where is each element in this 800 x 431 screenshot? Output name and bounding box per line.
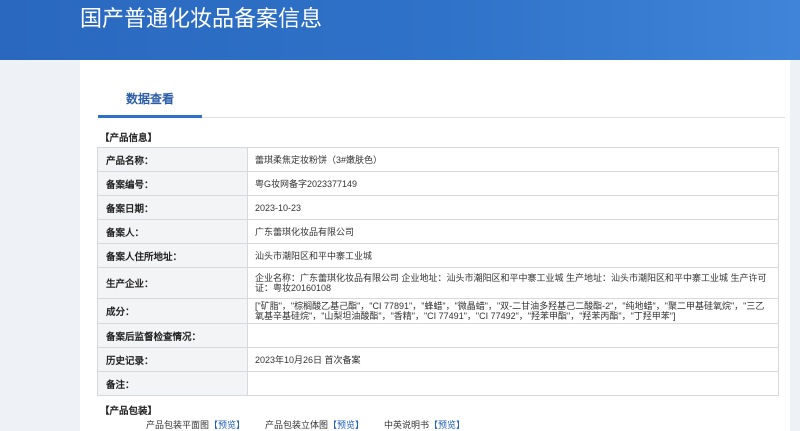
row-label: 备案日期： — [98, 196, 248, 219]
preview-link[interactable]: 【预览】 — [209, 420, 245, 430]
manufacturer-value: 企业名称：广东蕾琪化妆品有限公司 企业地址：汕头市潮阳区和平中寨工业城 生产地址… — [255, 273, 767, 293]
row-value: 2023-10-23 — [248, 196, 779, 219]
row-label: 备注： — [98, 372, 248, 395]
row-value: 汕头市潮阳区和平中寨工业城 — [248, 244, 779, 267]
row-value — [248, 324, 779, 347]
row-label: 产品名称： — [98, 148, 248, 171]
tab-data-view[interactable]: 数据查看 — [98, 86, 202, 118]
row-product-name: 产品名称： 蕾琪柔焦定妆粉饼（3#嫩肤色） — [98, 148, 779, 172]
packaging-title: 【产品包装】 — [100, 406, 158, 417]
row-filer-address: 备案人住所地址： 汕头市潮阳区和平中寨工业城 — [98, 244, 779, 268]
row-ingredients: 成分： ["矿脂"，"棕榈酸乙基己酯"，"CI 77891"，"蜂蜡"，"微晶蜡… — [98, 299, 779, 324]
packaging-3d-image: 产品包装立体图【预览】 — [265, 419, 384, 431]
packaging-item-label: 产品包装平面图 — [146, 420, 210, 430]
history-value: 2023年10月26日 首次备案 — [255, 354, 361, 365]
row-label: 备案编号： — [98, 172, 248, 195]
row-manufacturer: 生产企业： 企业名称：广东蕾琪化妆品有限公司 企业地址：汕头市潮阳区和平中寨工业… — [98, 268, 779, 299]
packaging-items: 产品包装平面图【预览】 产品包装立体图【预览】 中英说明书【预览】 — [146, 419, 503, 431]
packaging-item-label: 产品包装立体图 — [265, 420, 329, 430]
row-post-filing-inspection: 备案后监督检查情况： — [98, 324, 779, 348]
filing-date-value: 2023-10-23 — [255, 202, 302, 213]
row-value: 蕾琪柔焦定妆粉饼（3#嫩肤色） — [248, 148, 779, 171]
row-value: 广东蕾琪化妆品有限公司 — [248, 220, 779, 243]
row-value: 企业名称：广东蕾琪化妆品有限公司 企业地址：汕头市潮阳区和平中寨工业城 生产地址… — [248, 268, 779, 298]
filer-address-value: 汕头市潮阳区和平中寨工业城 — [255, 250, 373, 261]
filer-value: 广东蕾琪化妆品有限公司 — [255, 226, 355, 237]
row-label: 历史记录： — [98, 348, 248, 371]
row-filing-date: 备案日期： 2023-10-23 — [98, 196, 779, 220]
row-value: 粤G妆网备字2023377149 — [248, 172, 779, 195]
row-label: 备案人住所地址： — [98, 244, 248, 267]
packaging-flat-image: 产品包装平面图【预览】 — [146, 419, 265, 431]
row-filer: 备案人： 广东蕾琪化妆品有限公司 — [98, 220, 779, 244]
row-label: 备案人： — [98, 220, 248, 243]
row-value: ["矿脂"，"棕榈酸乙基己酯"，"CI 77891"，"蜂蜡"，"微晶蜡"，"双… — [248, 299, 779, 323]
product-name-value: 蕾琪柔焦定妆粉饼（3#嫩肤色） — [255, 154, 383, 165]
row-value — [248, 372, 779, 395]
preview-link[interactable]: 【预览】 — [429, 420, 465, 430]
packaging-instructions: 中英说明书【预览】 — [384, 419, 503, 431]
packaging-item-label: 中英说明书 — [384, 420, 430, 430]
row-history: 历史记录： 2023年10月26日 首次备案 — [98, 348, 779, 372]
row-value: 2023年10月26日 首次备案 — [248, 348, 779, 371]
row-remarks: 备注： — [98, 372, 779, 396]
row-filing-number: 备案编号： 粤G妆网备字2023377149 — [98, 172, 779, 196]
product-info-table: 产品名称： 蕾琪柔焦定妆粉饼（3#嫩肤色） 备案编号： 粤G妆网备字202337… — [97, 147, 779, 396]
filing-number-value: 粤G妆网备字2023377149 — [255, 178, 358, 189]
page-title: 国产普通化妆品备案信息 — [80, 6, 323, 31]
page-header: 国产普通化妆品备案信息 — [0, 0, 800, 60]
row-label: 成分： — [98, 299, 248, 323]
preview-link[interactable]: 【预览】 — [328, 420, 364, 430]
content-panel: 数据查看 【产品信息】 产品名称： 蕾琪柔焦定妆粉饼（3#嫩肤色） 备案编号： … — [80, 60, 790, 431]
row-label: 生产企业： — [98, 268, 248, 298]
ingredients-value: ["矿脂"，"棕榈酸乙基己酯"，"CI 77891"，"蜂蜡"，"微晶蜡"，"双… — [255, 301, 765, 321]
row-label: 备案后监督检查情况： — [98, 324, 248, 347]
product-info-title: 【产品信息】 — [100, 133, 158, 144]
